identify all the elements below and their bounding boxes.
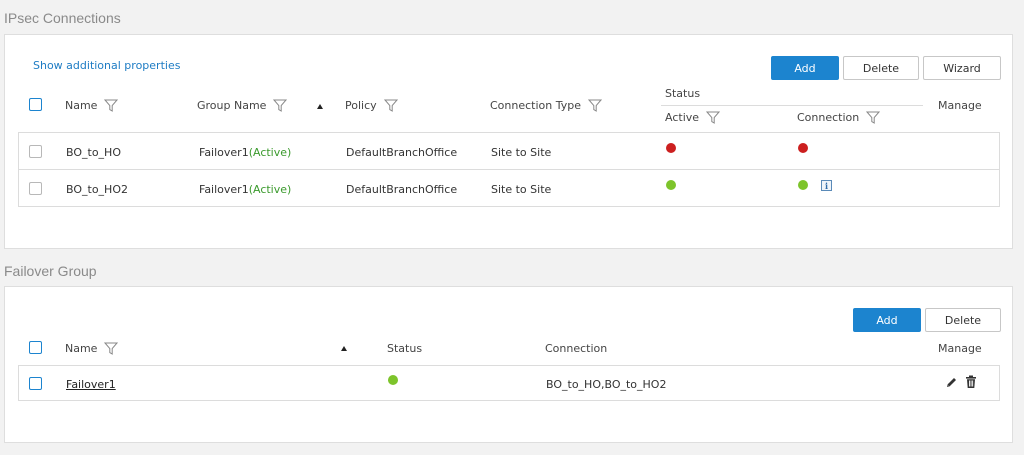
row-group: Failover1(Active) <box>199 146 291 159</box>
col-header-name: Name <box>65 342 119 355</box>
filter-icon[interactable] <box>104 99 119 112</box>
show-additional-properties-link[interactable]: Show additional properties <box>33 59 180 72</box>
col-header-name-label: Name <box>65 342 98 355</box>
info-icon[interactable]: i <box>821 180 832 191</box>
row-connection: BO_to_HO,BO_to_HO2 <box>546 378 667 391</box>
sort-ascending-icon[interactable] <box>317 104 323 109</box>
col-header-name-label: Name <box>65 99 98 112</box>
col-header-group-name: Group Name <box>197 99 288 112</box>
col-header-connection-label: Connection <box>797 111 860 124</box>
edit-icon[interactable] <box>945 376 958 389</box>
col-header-policy: Policy <box>345 99 398 112</box>
row-divider <box>19 169 999 170</box>
connection-status-green-dot <box>798 180 808 190</box>
col-header-name: Name <box>65 99 119 112</box>
ipsec-add-button[interactable]: Add <box>771 56 839 80</box>
failover-delete-button[interactable]: Delete <box>925 308 1001 332</box>
col-header-policy-label: Policy <box>345 99 377 112</box>
failover-name-link[interactable]: Failover1 <box>66 378 116 391</box>
col-header-connection: Connection <box>797 111 881 124</box>
ipsec-panel: Show additional properties Add Delete Wi… <box>4 34 1013 249</box>
col-header-connection: Connection <box>545 342 608 355</box>
col-header-status: Status <box>665 87 701 100</box>
ipsec-section-title: IPsec Connections <box>4 10 121 26</box>
row-group: Failover1(Active) <box>199 183 291 196</box>
col-header-active-label: Active <box>665 111 700 124</box>
ipsec-table-body: BO_to_HO Failover1(Active) DefaultBranch… <box>18 132 1000 207</box>
status-green-dot <box>388 375 398 385</box>
ipsec-delete-button[interactable]: Delete <box>843 56 919 80</box>
col-header-manage: Manage <box>938 99 982 112</box>
col-header-active: Active <box>665 111 721 124</box>
col-header-connection-type-label: Connection Type <box>490 99 582 112</box>
row-connection-type: Site to Site <box>491 146 552 159</box>
filter-icon[interactable] <box>273 99 288 112</box>
filter-icon[interactable] <box>104 342 119 355</box>
row-group-status: (Active) <box>248 146 292 159</box>
failover-add-button[interactable]: Add <box>853 308 921 332</box>
row-group-name: Failover1 <box>199 183 249 196</box>
row-group-name: Failover1 <box>199 146 249 159</box>
filter-icon[interactable] <box>866 111 881 124</box>
row-policy: DefaultBranchOffice <box>346 146 458 159</box>
select-all-checkbox[interactable] <box>29 341 42 354</box>
select-all-checkbox[interactable] <box>29 98 42 111</box>
failover-panel: Add Delete Name Status Connection Manage… <box>4 286 1013 443</box>
row-checkbox[interactable] <box>29 182 42 195</box>
row-name: BO_to_HO2 <box>66 183 128 196</box>
filter-icon[interactable] <box>706 111 721 124</box>
failover-table-body: Failover1 BO_to_HO,BO_to_HO2 <box>18 365 1000 401</box>
row-checkbox[interactable] <box>29 145 42 158</box>
col-header-status: Status <box>387 342 423 355</box>
row-name: BO_to_HO <box>66 146 121 159</box>
status-divider <box>661 105 923 106</box>
ipsec-wizard-button[interactable]: Wizard <box>923 56 1001 80</box>
active-status-red-dot <box>666 143 676 153</box>
sort-ascending-icon[interactable] <box>341 346 347 351</box>
filter-icon[interactable] <box>383 99 398 112</box>
delete-icon[interactable] <box>965 375 977 389</box>
failover-section-title: Failover Group <box>4 263 97 279</box>
col-header-group-name-label: Group Name <box>197 99 267 112</box>
connection-status-red-dot <box>798 143 808 153</box>
col-header-connection-type: Connection Type <box>490 99 603 112</box>
row-policy: DefaultBranchOffice <box>346 183 458 196</box>
col-header-manage: Manage <box>938 342 982 355</box>
row-connection-type: Site to Site <box>491 183 552 196</box>
filter-icon[interactable] <box>588 99 603 112</box>
row-checkbox[interactable] <box>29 377 42 390</box>
row-group-status: (Active) <box>248 183 292 196</box>
active-status-green-dot <box>666 180 676 190</box>
